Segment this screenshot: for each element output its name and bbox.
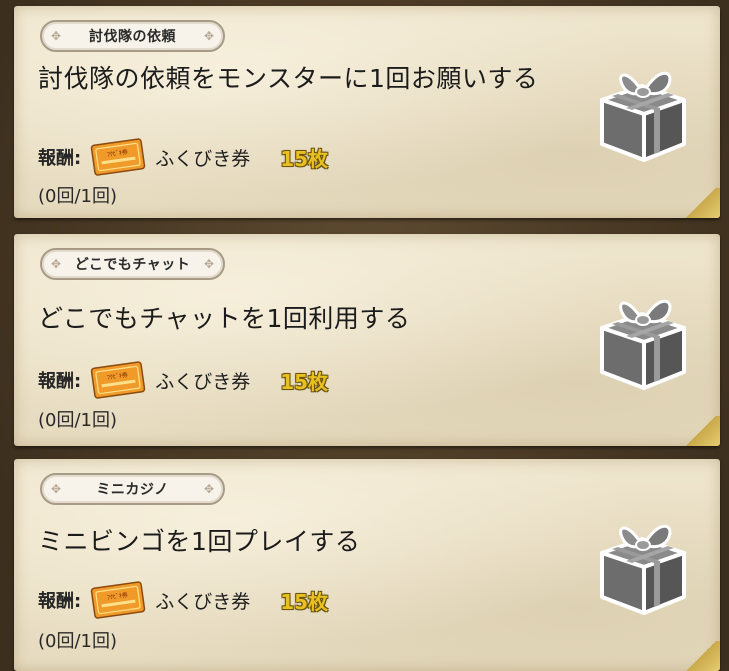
- reward-label: 報酬:: [38, 371, 82, 392]
- category-tag: ✥ 討伐隊の依頼 ✥: [40, 20, 225, 52]
- quest-list: ✥ 討伐隊の依頼 ✥ 討伐隊の依頼をモンスターに1回お願いする 報酬: ﾌｸﾋﾞ…: [0, 0, 729, 671]
- sparkle-ornament-icon: ✥: [50, 482, 62, 496]
- quest-card[interactable]: ✥ 討伐隊の依頼 ✥ 討伐隊の依頼をモンスターに1回お願いする 報酬: ﾌｸﾋﾞ…: [14, 6, 720, 218]
- category-tag: ✥ ミニカジノ ✥: [40, 473, 225, 505]
- sparkle-ornament-icon: ✥: [203, 257, 215, 271]
- sparkle-ornament-icon: ✥: [50, 257, 62, 271]
- quest-progress: (0回/1回): [38, 631, 118, 652]
- lottery-ticket-icon: ﾌｸﾋﾞｷ券: [90, 581, 146, 619]
- reward-quantity: 15枚: [280, 369, 329, 394]
- category-label: どこでもチャット: [74, 257, 191, 273]
- quest-progress: (0回/1回): [38, 410, 118, 431]
- quest-title: ミニビンゴを1回プレイする: [38, 527, 361, 556]
- sparkle-ornament-icon: ✥: [50, 29, 62, 43]
- lottery-ticket-icon: ﾌｸﾋﾞｷ券: [90, 361, 146, 399]
- quest-progress: (0回/1回): [38, 186, 118, 207]
- reward-item-name: ふくびき券: [155, 590, 251, 613]
- category-label: ミニカジノ: [96, 482, 169, 498]
- gray-gift-box-icon[interactable]: [584, 48, 702, 166]
- sparkle-ornament-icon: ✥: [203, 29, 215, 43]
- reward-quantity: 15枚: [280, 146, 329, 171]
- gray-gift-box-icon[interactable]: [584, 276, 702, 394]
- reward-row: 報酬: ﾌｸﾋﾞｷ券 ふくびき券 15枚: [38, 581, 458, 619]
- lottery-ticket-icon: ﾌｸﾋﾞｷ券: [90, 138, 146, 176]
- reward-row: 報酬: ﾌｸﾋﾞｷ券 ふくびき券 15枚: [38, 138, 458, 176]
- gray-gift-box-icon[interactable]: [584, 501, 702, 619]
- category-label: 討伐隊の依頼: [89, 29, 176, 45]
- quest-title: 討伐隊の依頼をモンスターに1回お願いする: [38, 64, 539, 93]
- reward-item-name: ふくびき券: [155, 147, 251, 170]
- sparkle-ornament-icon: ✥: [203, 482, 215, 496]
- reward-quantity: 15枚: [280, 589, 329, 614]
- reward-row: 報酬: ﾌｸﾋﾞｷ券 ふくびき券 15枚: [38, 361, 458, 399]
- reward-label: 報酬:: [38, 148, 82, 169]
- category-tag: ✥ どこでもチャット ✥: [40, 248, 225, 280]
- reward-item-name: ふくびき券: [155, 370, 251, 393]
- reward-label: 報酬:: [38, 591, 82, 612]
- quest-card[interactable]: ✥ どこでもチャット ✥ どこでもチャットを1回利用する 報酬: ﾌｸﾋﾞｷ券 …: [14, 234, 720, 446]
- quest-card[interactable]: ✥ ミニカジノ ✥ ミニビンゴを1回プレイする 報酬: ﾌｸﾋﾞｷ券 ふくびき券…: [14, 459, 720, 671]
- quest-title: どこでもチャットを1回利用する: [38, 304, 411, 333]
